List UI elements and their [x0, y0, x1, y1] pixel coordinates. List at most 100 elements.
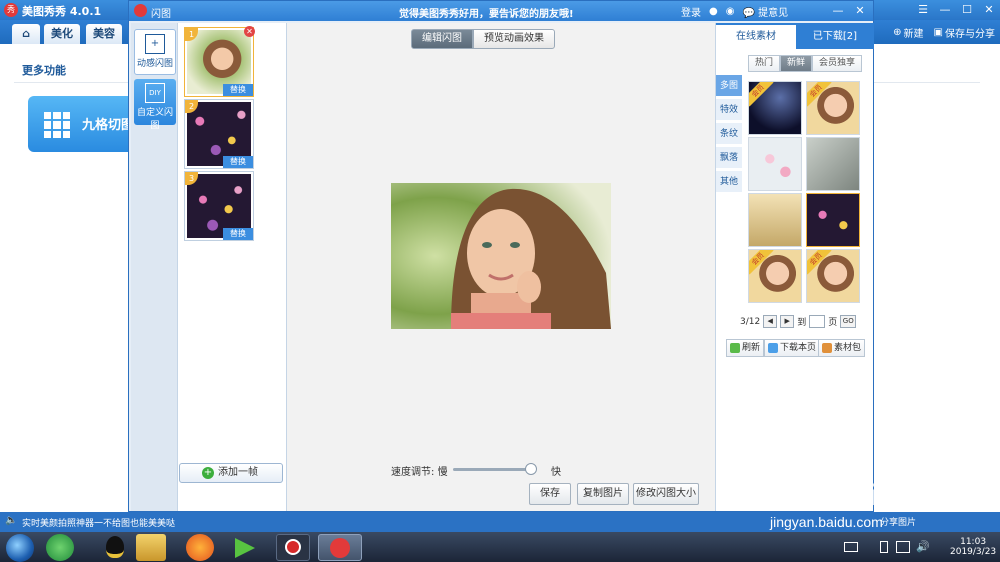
- material-package-button[interactable]: 素材包: [818, 339, 866, 357]
- minimize-icon[interactable]: —: [934, 0, 956, 20]
- preview-image: [391, 183, 611, 329]
- material-thumb-4[interactable]: [806, 137, 860, 191]
- watermark-text: Baidu经验: [830, 479, 974, 512]
- prev-page-icon[interactable]: ◀: [763, 315, 778, 328]
- page-indicator: 3/12: [740, 316, 761, 327]
- frame-3[interactable]: 3 替换: [184, 171, 254, 241]
- dialog-slogan[interactable]: 觉得美图秀秀好用，要告诉您的朋友哦!: [399, 5, 574, 20]
- firefox-icon[interactable]: [186, 534, 214, 561]
- download-page-button[interactable]: 下载本页: [764, 339, 821, 357]
- home-tab[interactable]: ⌂: [12, 24, 40, 44]
- category-effects[interactable]: 特效: [716, 99, 742, 121]
- record-icon[interactable]: [276, 534, 310, 561]
- baidu-paw-logo: [760, 456, 820, 514]
- save-share-button[interactable]: ▣ 保存与分享: [934, 25, 995, 40]
- frames-column: 1 ✕ 替换 2 替换 3 替换: [177, 23, 287, 511]
- speed-slider-thumb[interactable]: [524, 463, 537, 475]
- weibo-login-icon[interactable]: ◉: [726, 6, 735, 17]
- close-icon[interactable]: ✕: [978, 0, 1000, 20]
- keyboard-icon[interactable]: [844, 542, 858, 552]
- tab-beauty[interactable]: 美容: [86, 24, 122, 44]
- category-stripes[interactable]: 条纹: [716, 123, 742, 145]
- new-button[interactable]: ⊕ 新建: [893, 25, 923, 40]
- filter-hot[interactable]: 热门: [748, 55, 781, 72]
- more-features-heading: 更多功能: [22, 64, 66, 77]
- dialog-tools: 登录 ● ◉ 💬 提意见: [681, 4, 788, 19]
- maximize-icon[interactable]: ☐: [956, 0, 978, 20]
- speed-fast-label: 快: [551, 467, 561, 478]
- plus-icon: ⊕: [893, 26, 902, 38]
- pager: 3/12 ◀ ▶ 到 页 GO: [740, 315, 857, 328]
- meitu-taskbar-icon[interactable]: [318, 534, 362, 561]
- 360-browser-icon[interactable]: [46, 534, 74, 561]
- tab-edit-flash[interactable]: 编辑闪图: [411, 29, 473, 49]
- flash-dialog: 闪图 觉得美图秀秀好用，要告诉您的朋友哦! 登录 ● ◉ 💬 提意见 — ✕ +…: [128, 0, 874, 512]
- frame-1[interactable]: 1 ✕ 替换: [184, 26, 255, 97]
- filter-new[interactable]: 新鲜: [780, 55, 813, 72]
- dialog-titlebar: 闪图 觉得美图秀秀好用，要告诉您的朋友哦! 登录 ● ◉ 💬 提意见 — ✕: [129, 1, 873, 21]
- speed-label: 速度调节: 慢: [391, 467, 448, 478]
- dialog-title: 闪图: [151, 9, 171, 20]
- material-thumb-1[interactable]: 会员: [748, 81, 802, 135]
- refresh-icon: [730, 343, 740, 353]
- mode-custom-flash[interactable]: DIY 自定义闪图: [134, 79, 176, 131]
- refresh-button[interactable]: 刷新: [726, 339, 765, 357]
- materials-tabs: 在线素材 已下载[2]: [716, 23, 874, 49]
- watermark-url: jingyan.baidu.com: [770, 514, 883, 530]
- tab-beautify[interactable]: 美化: [44, 24, 80, 44]
- add-icon: +: [202, 467, 214, 479]
- menu-icon[interactable]: ☰: [912, 0, 934, 20]
- material-thumb-3[interactable]: [748, 137, 802, 191]
- page-input[interactable]: [809, 315, 826, 328]
- go-button[interactable]: GO: [840, 315, 857, 328]
- share-label[interactable]: 分享图片: [880, 515, 916, 528]
- material-thumb-7[interactable]: 会员: [748, 249, 802, 303]
- volume-icon[interactable]: 🔊: [916, 540, 930, 553]
- preview-area: 编辑闪图 预览动画效果 速度调节: 慢 快 保存 复制图片 修改闪图大小: [287, 23, 715, 511]
- start-button[interactable]: [6, 534, 34, 562]
- replace-frame-button[interactable]: 替换: [223, 84, 253, 96]
- material-filters: 热门 新鲜 会员独享: [748, 55, 863, 72]
- dialog-close-icon[interactable]: ✕: [849, 1, 871, 21]
- device-icon[interactable]: [880, 541, 888, 553]
- category-falling[interactable]: 飘落: [716, 147, 742, 169]
- material-thumb-2[interactable]: 会员: [806, 81, 860, 135]
- dialog-minimize-icon[interactable]: —: [827, 1, 849, 21]
- feedback-link[interactable]: 💬 提意见: [742, 4, 788, 19]
- material-thumb-8[interactable]: 会员: [806, 249, 860, 303]
- delete-frame-icon[interactable]: ✕: [244, 26, 255, 37]
- filter-vip[interactable]: 会员独享: [812, 55, 863, 72]
- next-page-icon[interactable]: ▶: [780, 315, 795, 328]
- frame-2[interactable]: 2 替换: [184, 99, 254, 169]
- folder-icon[interactable]: [136, 534, 166, 561]
- grid-icon: [44, 112, 70, 138]
- material-thumb-5[interactable]: [748, 193, 802, 247]
- clock[interactable]: 11:03 2019/3/23: [950, 537, 996, 557]
- tab-preview-animation[interactable]: 预览动画效果: [473, 29, 555, 49]
- mode-animated-flash[interactable]: + 动感闪图: [134, 29, 176, 75]
- save-icon: ▣: [933, 26, 943, 38]
- add-frame-button[interactable]: + 添加一帧: [179, 463, 283, 483]
- dialog-logo-icon: [134, 4, 147, 17]
- animated-flash-icon: +: [145, 34, 165, 54]
- qq-login-icon[interactable]: ●: [709, 6, 718, 17]
- login-link[interactable]: 登录: [681, 4, 701, 19]
- tab-online-materials[interactable]: 在线素材: [716, 25, 796, 49]
- app-title: 美图秀秀 4.0.1: [22, 5, 102, 18]
- monitor-icon[interactable]: [896, 541, 910, 553]
- replace-frame-button[interactable]: 替换: [223, 156, 253, 168]
- replace-frame-button[interactable]: 替换: [223, 228, 253, 240]
- copy-image-button[interactable]: 复制图片: [577, 483, 629, 505]
- qq-icon[interactable]: [96, 534, 134, 561]
- material-thumb-6[interactable]: [806, 193, 860, 247]
- speed-slider-track[interactable]: [453, 468, 535, 471]
- category-multi[interactable]: 多图: [716, 75, 742, 97]
- media-player-icon[interactable]: [230, 534, 260, 561]
- app-window-controls: ☰ — ☐ ✕: [912, 0, 1000, 20]
- portrait-photo: [391, 183, 611, 329]
- status-text[interactable]: 实时美颜拍照神器一不给图也能美美哒: [22, 516, 175, 529]
- save-button[interactable]: 保存: [529, 483, 571, 505]
- category-other[interactable]: 其他: [716, 171, 742, 193]
- tab-downloaded[interactable]: 已下载[2]: [796, 25, 874, 49]
- resize-flash-button[interactable]: 修改闪图大小: [633, 483, 699, 505]
